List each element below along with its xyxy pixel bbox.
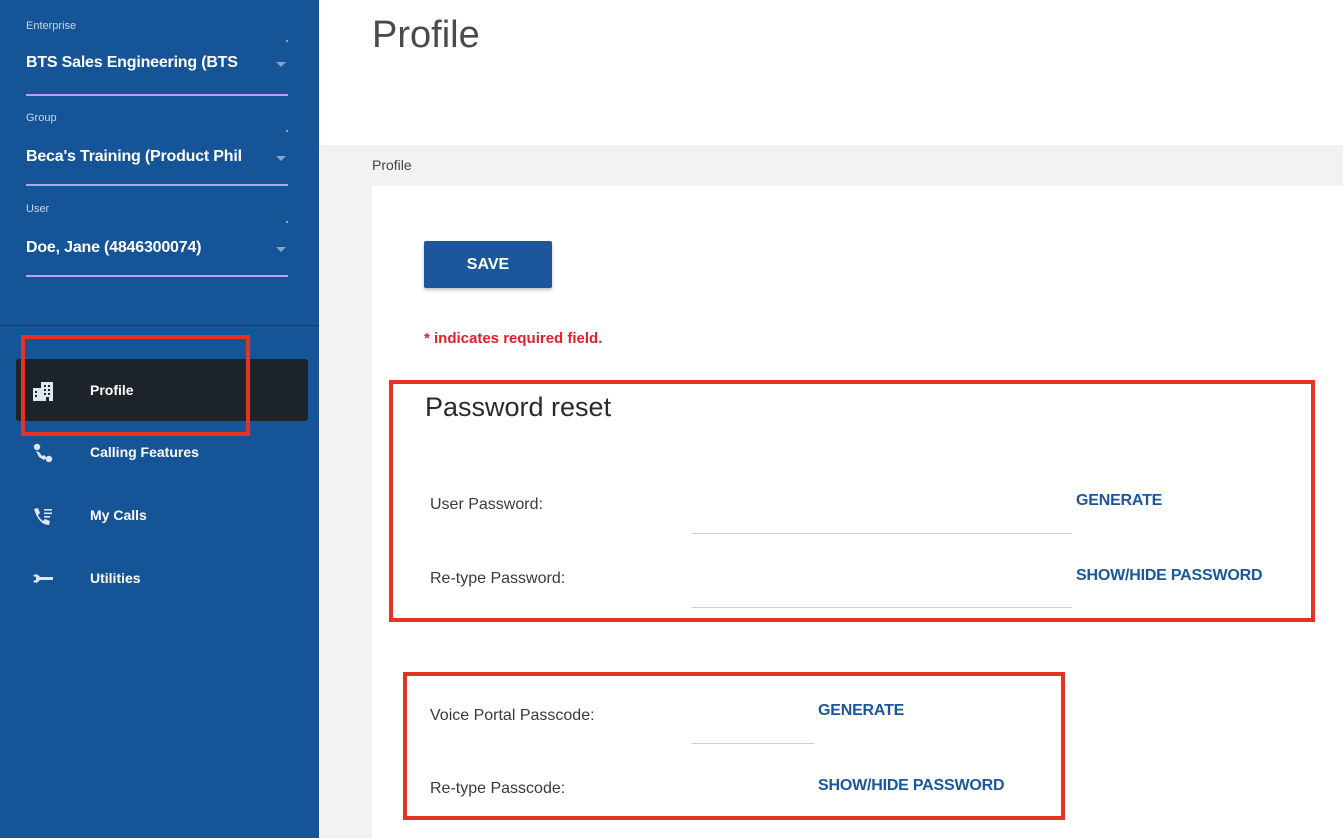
voice-portal-passcode-label: Voice Portal Passcode: bbox=[430, 707, 595, 724]
highlight-box-profile bbox=[21, 335, 250, 436]
user-password-label: User Password: bbox=[430, 496, 543, 513]
enterprise-label: Enterprise bbox=[26, 20, 77, 32]
show-hide-passcode-button[interactable]: SHOW/HIDE PASSWORD bbox=[818, 777, 1005, 795]
required-field-note: * indicates required field. bbox=[424, 330, 603, 347]
decorative-dot bbox=[286, 130, 288, 132]
retype-password-input[interactable] bbox=[692, 582, 1072, 608]
group-label: Group bbox=[26, 112, 57, 124]
generate-password-button[interactable]: GENERATE bbox=[1076, 492, 1162, 510]
sidebar-item-my-calls[interactable]: My Calls bbox=[16, 484, 308, 546]
user-underline bbox=[26, 275, 288, 277]
password-reset-title: Password reset bbox=[425, 392, 612, 422]
sidebar-item-label: My Calls bbox=[90, 507, 147, 523]
sidebar-item-label: Utilities bbox=[90, 570, 141, 586]
decorative-dot bbox=[286, 40, 288, 42]
sidebar-item-utilities[interactable]: Utilities bbox=[16, 547, 308, 609]
show-hide-password-button[interactable]: SHOW/HIDE PASSWORD bbox=[1076, 567, 1263, 585]
phone-features-icon bbox=[33, 443, 53, 463]
decorative-dot bbox=[286, 221, 288, 223]
call-list-icon bbox=[34, 508, 52, 525]
user-password-input[interactable] bbox=[692, 508, 1072, 534]
group-underline bbox=[26, 184, 288, 186]
page-title: Profile bbox=[372, 14, 480, 56]
generate-passcode-button[interactable]: GENERATE bbox=[818, 702, 904, 720]
retype-password-label: Re-type Password: bbox=[430, 570, 566, 587]
enterprise-value: BTS Sales Engineering (BTS bbox=[26, 54, 238, 71]
save-button[interactable]: SAVE bbox=[424, 241, 552, 288]
sidebar-item-label: Calling Features bbox=[90, 444, 199, 460]
user-value: Doe, Jane (4846300074) bbox=[26, 239, 202, 256]
user-selector[interactable]: User Doe, Jane (4846300074) bbox=[26, 203, 288, 277]
sidebar-divider bbox=[0, 325, 319, 326]
enterprise-selector[interactable]: Enterprise BTS Sales Engineering (BTS bbox=[26, 20, 288, 96]
group-value: Beca's Training (Product Phil bbox=[26, 148, 242, 165]
breadcrumb[interactable]: Profile bbox=[372, 157, 412, 173]
enterprise-underline bbox=[26, 94, 288, 96]
group-selector[interactable]: Group Beca's Training (Product Phil bbox=[26, 112, 288, 186]
chevron-down-icon bbox=[276, 247, 286, 252]
user-label: User bbox=[26, 203, 50, 215]
retype-passcode-label: Re-type Passcode: bbox=[430, 780, 566, 797]
chevron-down-icon bbox=[276, 156, 286, 161]
wrench-icon bbox=[33, 574, 53, 583]
chevron-down-icon bbox=[276, 62, 286, 67]
voice-portal-passcode-input[interactable] bbox=[692, 718, 814, 744]
